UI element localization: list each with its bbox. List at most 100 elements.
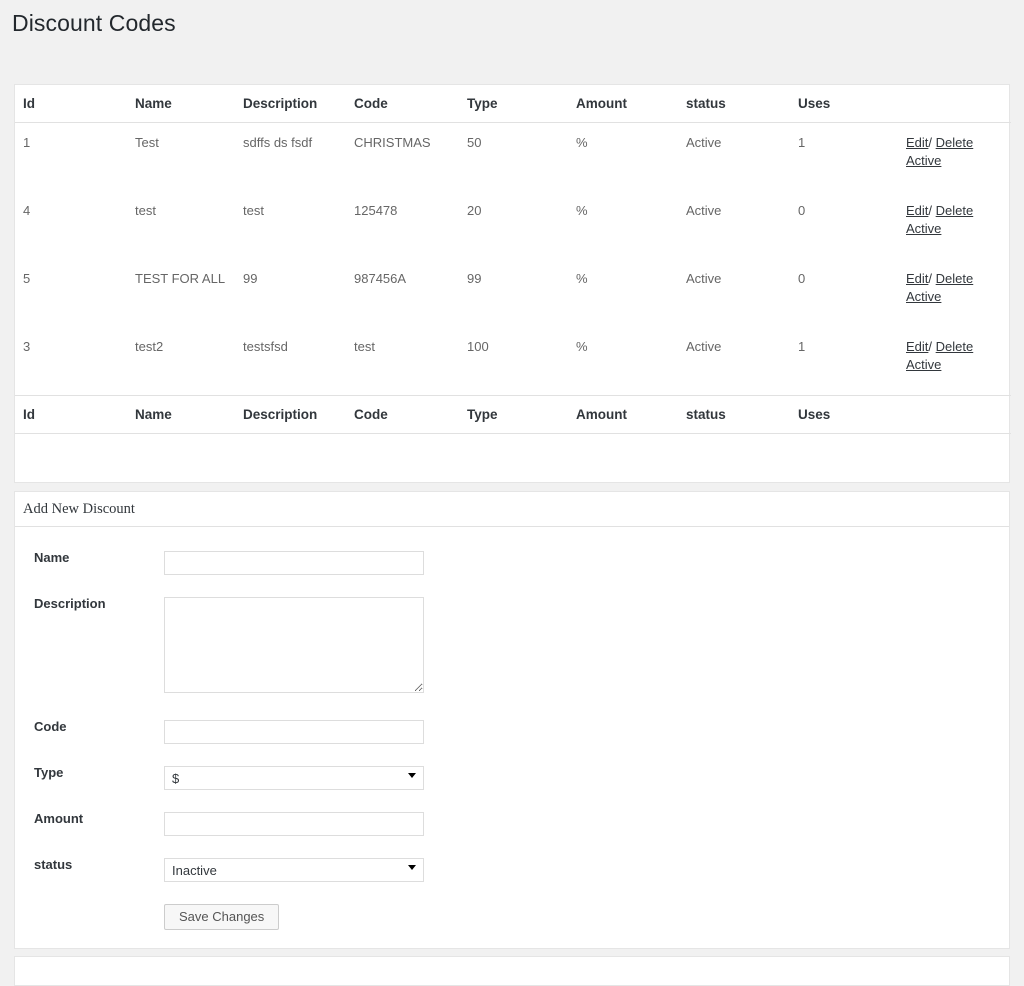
add-discount-form: Name Description Code Type $ Amount stat… bbox=[15, 550, 1009, 948]
bottom-panel bbox=[14, 955, 1010, 986]
field-code-cell bbox=[164, 719, 1009, 744]
form-row-name: Name bbox=[15, 550, 1009, 575]
column-header-description[interactable]: Description bbox=[243, 84, 354, 123]
toggle-status-link[interactable]: Active bbox=[906, 153, 1011, 168]
table-row: 4 test test 125478 20 % Active 0 Edit/ D… bbox=[15, 191, 1011, 259]
edit-link[interactable]: Edit bbox=[906, 339, 928, 354]
footer-column-header-name[interactable]: Name bbox=[135, 394, 243, 434]
column-header-actions bbox=[906, 84, 1011, 123]
footer-column-header-code[interactable]: Code bbox=[354, 394, 467, 434]
save-changes-button[interactable]: Save Changes bbox=[164, 903, 280, 930]
cell-status: Active bbox=[686, 270, 722, 286]
column-header-code[interactable]: Code bbox=[354, 84, 467, 123]
cell-name: Test bbox=[135, 134, 159, 150]
action-separator: / bbox=[928, 338, 933, 354]
column-header-id[interactable]: Id bbox=[15, 84, 135, 123]
delete-link[interactable]: Delete bbox=[936, 339, 974, 354]
description-textarea[interactable] bbox=[164, 596, 424, 693]
code-input[interactable] bbox=[164, 719, 424, 744]
cell-code: 987456A bbox=[354, 270, 407, 286]
delete-link[interactable]: Delete bbox=[936, 135, 974, 150]
toggle-status-link[interactable]: Active bbox=[906, 289, 1011, 304]
cell-amount: % bbox=[576, 270, 588, 286]
cell-name: test2 bbox=[135, 338, 164, 354]
footer-column-header-description[interactable]: Description bbox=[243, 394, 354, 434]
add-discount-panel: Add New Discount Name Description Code T… bbox=[14, 490, 1010, 949]
column-header-status[interactable]: status bbox=[686, 84, 798, 123]
table-row: 3 test2 testsfsd test 100 % Active 1 Edi… bbox=[15, 327, 1011, 396]
column-header-type[interactable]: Type bbox=[467, 84, 576, 123]
cell-description: test bbox=[243, 202, 264, 218]
action-separator: / bbox=[928, 270, 933, 286]
field-name-cell bbox=[164, 550, 1009, 575]
form-spacer bbox=[15, 575, 1009, 597]
form-row-type: Type $ bbox=[15, 765, 1009, 790]
form-spacer bbox=[15, 744, 1009, 766]
column-header-uses[interactable]: Uses bbox=[798, 84, 906, 123]
table-row: 5 TEST FOR ALL 99 987456A 99 % Active 0 … bbox=[15, 259, 1011, 327]
cell-status: Active bbox=[686, 134, 722, 150]
cell-row-actions: Edit/ Delete Active bbox=[906, 259, 1011, 327]
toggle-status-link[interactable]: Active bbox=[906, 221, 1011, 236]
delete-link[interactable]: Delete bbox=[936, 271, 974, 286]
chevron-down-icon bbox=[408, 772, 416, 778]
cell-id: 3 bbox=[23, 338, 31, 354]
footer-column-header-uses[interactable]: Uses bbox=[798, 394, 906, 434]
field-type-cell: $ bbox=[164, 765, 1009, 790]
table-footer-row: Id Name Description Code Type Amount sta… bbox=[15, 394, 1011, 434]
form-spacer bbox=[15, 790, 1009, 812]
page-title: Discount Codes bbox=[12, 10, 176, 36]
cell-code: test bbox=[354, 338, 375, 354]
form-spacer bbox=[15, 698, 1009, 720]
toggle-status-link[interactable]: Active bbox=[906, 357, 1011, 372]
field-description-cell bbox=[164, 596, 1009, 698]
cell-uses: 0 bbox=[798, 202, 806, 218]
cell-amount: % bbox=[576, 338, 588, 354]
type-select-value: $ bbox=[172, 770, 180, 786]
cell-amount: % bbox=[576, 134, 588, 150]
cell-uses: 0 bbox=[798, 270, 806, 286]
cell-row-actions: Edit/ Delete Active bbox=[906, 327, 1011, 396]
footer-column-header-amount[interactable]: Amount bbox=[576, 394, 686, 434]
cell-name: TEST FOR ALL bbox=[135, 270, 226, 286]
submit-cell: Save Changes bbox=[164, 903, 1009, 930]
spacer-cell bbox=[15, 433, 1011, 482]
cell-description: 99 bbox=[243, 270, 258, 286]
delete-link[interactable]: Delete bbox=[936, 203, 974, 218]
form-row-submit: Save Changes bbox=[15, 903, 1009, 930]
cell-status: Active bbox=[686, 338, 722, 354]
action-separator: / bbox=[928, 134, 933, 150]
footer-column-header-status[interactable]: status bbox=[686, 394, 798, 434]
cell-amount: % bbox=[576, 202, 588, 218]
column-header-name[interactable]: Name bbox=[135, 84, 243, 123]
discounts-table: Id Name Description Code Type Amount sta… bbox=[15, 84, 1011, 482]
name-input[interactable] bbox=[164, 550, 424, 575]
table-foot: Id Name Description Code Type Amount sta… bbox=[15, 394, 1011, 482]
chevron-down-icon bbox=[408, 864, 416, 870]
cell-id: 5 bbox=[23, 270, 31, 286]
cell-id: 4 bbox=[23, 202, 31, 218]
cell-type: 100 bbox=[467, 338, 489, 354]
field-amount-cell bbox=[164, 811, 1009, 836]
submit-label-spacer bbox=[15, 904, 164, 930]
type-select[interactable]: $ bbox=[164, 765, 424, 790]
amount-input[interactable] bbox=[164, 811, 424, 836]
footer-column-header-type[interactable]: Type bbox=[467, 394, 576, 434]
label-description: Description bbox=[34, 595, 106, 611]
cell-row-actions: Edit/ Delete Active bbox=[906, 191, 1011, 259]
edit-link[interactable]: Edit bbox=[906, 271, 928, 286]
label-amount: Amount bbox=[34, 810, 84, 826]
edit-link[interactable]: Edit bbox=[906, 135, 928, 150]
column-header-amount[interactable]: Amount bbox=[576, 84, 686, 123]
table-row: 1 Test sdffs ds fsdf CHRISTMAS 50 % Acti… bbox=[15, 122, 1011, 191]
edit-link[interactable]: Edit bbox=[906, 203, 928, 218]
cell-row-actions: Edit/ Delete Active bbox=[906, 122, 1011, 191]
status-select-value: Inactive bbox=[172, 862, 217, 878]
cell-description: testsfsd bbox=[243, 338, 288, 354]
footer-column-header-id[interactable]: Id bbox=[15, 394, 135, 434]
cell-type: 50 bbox=[467, 134, 482, 150]
status-select[interactable]: Inactive bbox=[164, 857, 424, 882]
cell-id: 1 bbox=[23, 134, 31, 150]
cell-type: 20 bbox=[467, 202, 482, 218]
field-status-cell: Inactive bbox=[164, 857, 1009, 882]
